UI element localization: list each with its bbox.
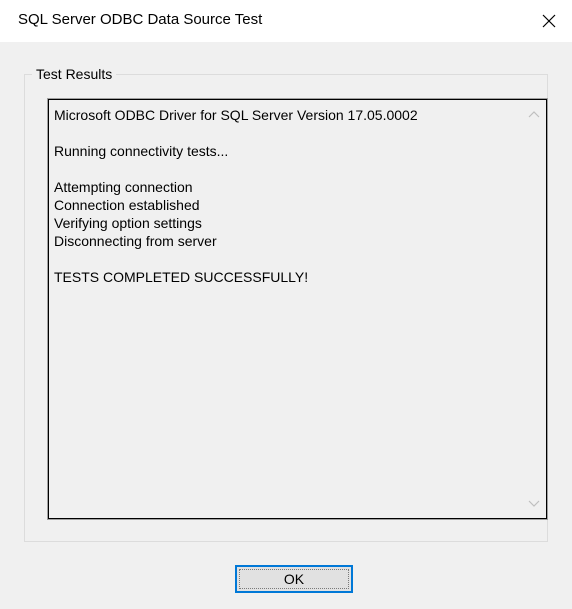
chevron-up-icon <box>528 105 540 123</box>
title-bar: SQL Server ODBC Data Source Test <box>0 0 572 42</box>
result-line <box>54 124 514 142</box>
scroll-up-button[interactable] <box>522 102 546 126</box>
result-line: Microsoft ODBC Driver for SQL Server Ver… <box>54 107 418 123</box>
close-button[interactable] <box>526 0 572 42</box>
scroll-track[interactable] <box>522 126 546 492</box>
result-line: Verifying option settings <box>54 215 202 231</box>
ok-button-label: OK <box>283 571 305 587</box>
chevron-down-icon <box>528 495 540 513</box>
test-results-textbox[interactable]: Microsoft ODBC Driver for SQL Server Ver… <box>47 98 548 520</box>
result-line: Disconnecting from server <box>54 233 217 249</box>
close-icon <box>541 13 557 29</box>
test-dialog: SQL Server ODBC Data Source Test Test Re… <box>0 0 572 609</box>
ok-button[interactable]: OK <box>235 565 353 593</box>
result-line: Connection established <box>54 197 200 213</box>
test-results-legend: Test Results <box>32 66 117 82</box>
window-title: SQL Server ODBC Data Source Test <box>18 11 263 28</box>
scroll-down-button[interactable] <box>522 492 546 516</box>
result-line: TESTS COMPLETED SUCCESSFULLY! <box>54 269 309 285</box>
test-results-text: Microsoft ODBC Driver for SQL Server Ver… <box>54 106 514 286</box>
result-line <box>54 250 514 268</box>
result-line: Attempting connection <box>54 179 193 195</box>
result-line <box>54 160 514 178</box>
result-line: Running connectivity tests... <box>54 143 229 159</box>
vertical-scrollbar[interactable] <box>522 100 546 518</box>
